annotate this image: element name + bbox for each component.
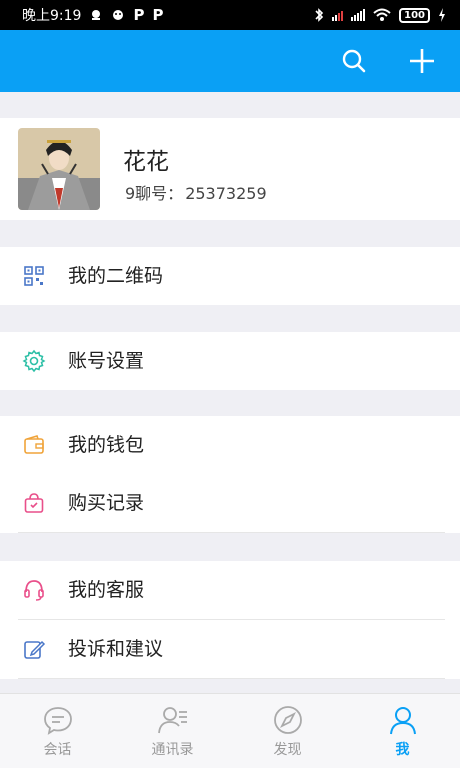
menu-label-feedback: 投诉和建议 (68, 638, 164, 660)
gear-icon (22, 349, 46, 373)
profile-id-label: 9聊号： (125, 184, 184, 203)
menu-item-wallet[interactable]: 我的钱包 (0, 416, 460, 474)
signal-icon (332, 9, 344, 21)
menu-group-wallet: 我的钱包 购买记录 (0, 416, 460, 533)
wallet-icon (24, 435, 44, 454)
person-icon (389, 707, 416, 735)
tab-label: 会话 (43, 742, 72, 758)
bottom-tab-bar: 会话 通讯录 发现 我 (0, 693, 460, 768)
search-button[interactable] (336, 43, 372, 79)
battery-icon: 100 (399, 7, 430, 23)
menu-label-customer-service: 我的客服 (68, 579, 145, 601)
menu-label-purchase-history: 购买记录 (68, 492, 145, 514)
tab-label: 通讯录 (151, 742, 194, 758)
profile-card[interactable]: 花花 9聊号： 25373259 (0, 118, 460, 220)
profile-id-value: 25373259 (185, 184, 267, 203)
notification-icon (92, 10, 101, 20)
status-bar: 晚上9:19 P P 100 (0, 0, 460, 30)
divider (18, 678, 445, 679)
tab-chats[interactable]: 会话 (0, 694, 115, 768)
menu-label-account-settings: 账号设置 (68, 350, 145, 372)
tab-label: 我 (395, 742, 410, 758)
profile-name: 花花 (123, 149, 169, 175)
tab-contacts[interactable]: 通讯录 (115, 694, 230, 768)
tab-me[interactable]: 我 (345, 694, 460, 768)
headset-icon (24, 580, 44, 601)
qrcode-icon (24, 266, 44, 286)
divider (18, 532, 445, 533)
profile-id: 9聊号： 25373259 (123, 180, 267, 204)
menu-label-qrcode: 我的二维码 (68, 265, 164, 287)
status-time: 晚上9:19 (22, 8, 82, 24)
menu-group-settings: 账号设置 (0, 332, 460, 390)
menu-label-wallet: 我的钱包 (68, 434, 145, 456)
plus-icon (410, 49, 434, 73)
bluetooth-icon (315, 8, 324, 22)
signal-icon (351, 9, 366, 21)
menu-item-feedback[interactable]: 投诉和建议 (0, 620, 460, 678)
add-button[interactable] (404, 43, 440, 79)
app-header (0, 30, 460, 92)
tab-label: 发现 (273, 742, 302, 758)
contacts-icon (157, 707, 187, 734)
menu-item-customer-service[interactable]: 我的客服 (0, 561, 460, 619)
search-icon (342, 49, 366, 73)
charging-icon (439, 8, 445, 22)
status-p-glyph: P (152, 6, 164, 24)
menu-group-qrcode: 我的二维码 (0, 247, 460, 305)
edit-icon (24, 640, 46, 659)
shopping-bag-icon (24, 493, 44, 513)
avatar[interactable] (18, 128, 100, 210)
compass-icon (273, 706, 302, 734)
app-notification-icon (113, 10, 124, 20)
menu-group-support: 我的客服 投诉和建议 (0, 561, 460, 679)
menu-item-purchase-history[interactable]: 购买记录 (0, 474, 460, 532)
chat-icon (43, 707, 72, 735)
menu-item-qrcode[interactable]: 我的二维码 (0, 247, 460, 305)
tab-discover[interactable]: 发现 (230, 694, 345, 768)
status-p-glyph: P (133, 6, 145, 24)
menu-item-account-settings[interactable]: 账号设置 (0, 332, 460, 390)
wifi-icon (373, 8, 391, 21)
